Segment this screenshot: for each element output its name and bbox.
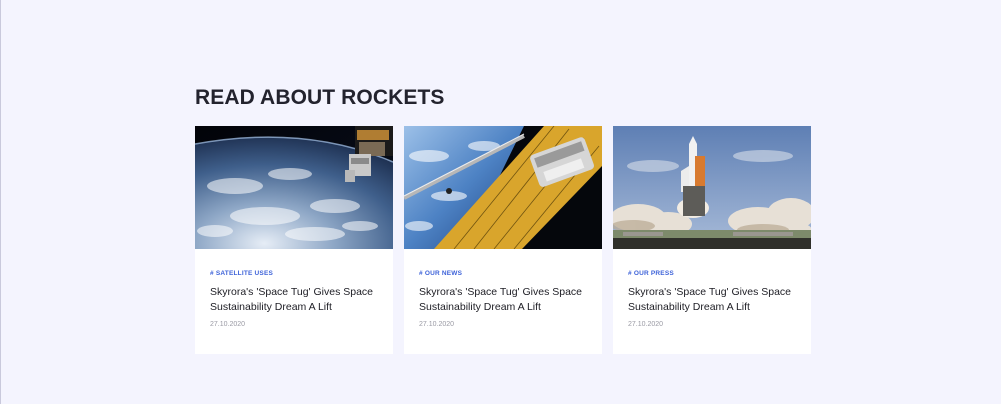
card-tag[interactable]: # SATELLITE USES bbox=[210, 270, 378, 277]
card-tag[interactable]: # OUR NEWS bbox=[419, 270, 587, 277]
earth-orbit-satellite-image[interactable] bbox=[195, 126, 393, 249]
section-title: READ ABOUT ROCKETS bbox=[195, 86, 445, 109]
card-date: 27.10.2020 bbox=[419, 321, 455, 328]
card-date: 27.10.2020 bbox=[628, 321, 664, 328]
article-card[interactable]: # SATELLITE USES Skyrora's 'Space Tug' G… bbox=[195, 126, 393, 354]
card-tag[interactable]: # OUR PRESS bbox=[628, 270, 796, 277]
space-station-solar-panel-image[interactable] bbox=[404, 126, 602, 249]
article-card[interactable]: # OUR NEWS Skyrora's 'Space Tug' Gives S… bbox=[404, 126, 602, 354]
card-date: 27.10.2020 bbox=[210, 321, 246, 328]
card-title[interactable]: Skyrora's 'Space Tug' Gives Space Sustai… bbox=[628, 285, 796, 314]
article-cards: # SATELLITE USES Skyrora's 'Space Tug' G… bbox=[195, 126, 811, 354]
card-title[interactable]: Skyrora's 'Space Tug' Gives Space Sustai… bbox=[210, 285, 378, 314]
article-card[interactable]: # OUR PRESS Skyrora's 'Space Tug' Gives … bbox=[613, 126, 811, 354]
card-title[interactable]: Skyrora's 'Space Tug' Gives Space Sustai… bbox=[419, 285, 587, 314]
shuttle-launch-image[interactable] bbox=[613, 126, 811, 249]
